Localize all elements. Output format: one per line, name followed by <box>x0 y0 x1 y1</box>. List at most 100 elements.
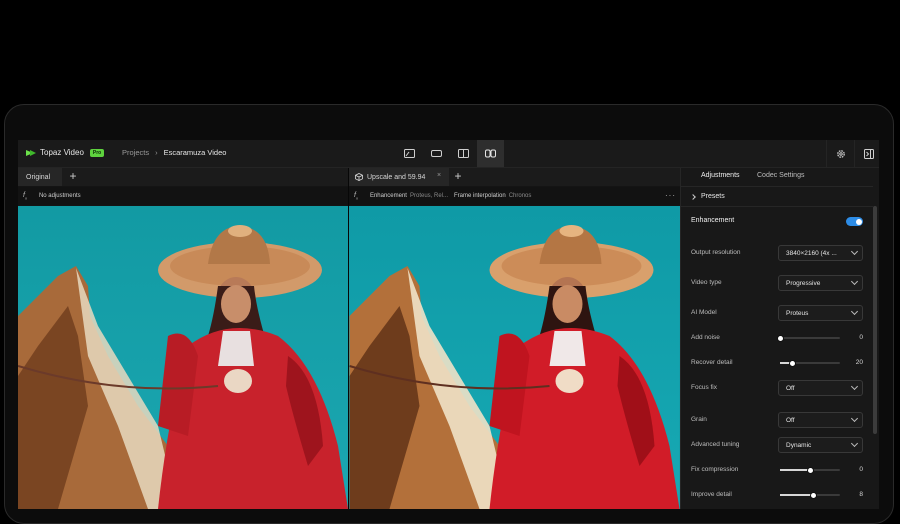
fx-icon: fx <box>23 191 27 201</box>
tab-original-label: Original <box>26 173 51 181</box>
left-info-bar: fx No adjustments <box>18 187 348 205</box>
panel-scrollbar[interactable] <box>873 206 877 434</box>
presets-divider <box>681 206 873 207</box>
slider-knob[interactable] <box>777 334 784 342</box>
view-mode-group <box>396 140 504 167</box>
breadcrumb-projects[interactable]: Projects <box>122 148 149 157</box>
single-view-icon <box>404 149 415 158</box>
adjustment-slider[interactable] <box>780 359 840 367</box>
slider-value: 8 <box>859 491 863 498</box>
adjustment-select[interactable]: Dynamic <box>778 437 863 453</box>
view-fit-button[interactable] <box>423 140 450 167</box>
select-value: Off <box>786 385 795 392</box>
app-window: Topaz Video Pro Projects › Escaramuza Vi… <box>18 140 879 509</box>
chevron-down-icon <box>850 307 859 316</box>
breadcrumb-current: Escaramuza Video <box>163 148 227 157</box>
info-fi-label: Frame interpolation <box>454 193 506 199</box>
panel-tabs: Adjustments Codec Settings <box>681 168 879 186</box>
adjustment-label: Output resolution <box>691 249 741 256</box>
adjustment-row: Grain Off <box>691 412 863 428</box>
adjustment-label: Fix compression <box>691 466 739 473</box>
breadcrumb: Projects › Escaramuza Video <box>122 148 226 157</box>
adjustment-select[interactable]: Proteus <box>778 305 863 321</box>
view-single-button[interactable] <box>396 140 423 167</box>
preview-video-frame[interactable] <box>349 206 680 509</box>
left-info-text: No adjustments <box>38 193 81 199</box>
adjustment-select[interactable]: Off <box>778 380 863 396</box>
app-name: Topaz Video <box>40 148 84 157</box>
tab-original[interactable]: Original <box>18 168 62 186</box>
info-enhancement-value: Proteus, Rel... <box>409 193 448 199</box>
adjustment-label: Recover detail <box>691 359 733 366</box>
adjustment-row: Output resolution 3840×2160 (4x ... <box>691 245 863 261</box>
close-tab-button[interactable]: × <box>437 172 441 179</box>
adjustment-label: AI Model <box>691 309 717 316</box>
fx-icon-right: fx <box>354 191 358 201</box>
adjustment-select[interactable]: Off <box>778 412 863 428</box>
panel-tabs-divider <box>681 186 873 187</box>
adjustment-label: Focus fix <box>691 384 718 391</box>
adjustment-row: Focus fix Off <box>691 380 863 396</box>
original-video-frame[interactable] <box>18 206 348 509</box>
slider-value: 0 <box>859 466 863 473</box>
select-value: Proteus <box>786 310 809 317</box>
adjustments-panel: Adjustments Codec Settings Presets Enhan… <box>680 168 879 509</box>
chevron-right-icon <box>690 193 696 200</box>
top-right-tools <box>826 140 879 167</box>
presets-label: Presets <box>701 193 725 200</box>
adjustment-slider[interactable] <box>777 334 840 342</box>
select-value: Dynamic <box>786 442 812 449</box>
view-split-button[interactable] <box>450 140 477 167</box>
tab-codec-settings[interactable]: Codec Settings <box>757 172 804 179</box>
adjustment-select[interactable]: 3840×2160 (4x ... <box>778 245 863 261</box>
adjustment-select[interactable]: Progressive <box>778 275 863 291</box>
left-pane-tabs: Original + <box>18 168 348 186</box>
slider-knob[interactable] <box>807 466 814 474</box>
adjustment-slider[interactable] <box>780 491 840 499</box>
adjustment-row: Recover detail 20 <box>691 355 863 371</box>
adjustment-row: Add noise 0 <box>691 330 863 346</box>
toggle-panel-button[interactable] <box>854 140 879 167</box>
adjustment-label: Add noise <box>691 334 720 341</box>
slider-knob[interactable] <box>810 491 817 499</box>
tab-upscale[interactable]: Upscale and 59.94 × <box>349 168 449 186</box>
adjustment-row: AI Model Proteus <box>691 305 863 321</box>
adjustment-row: Fix compression 0 <box>691 462 863 478</box>
pro-badge: Pro <box>89 148 105 157</box>
view-side-by-side-button[interactable] <box>477 140 504 167</box>
select-value: 3840×2160 (4x ... <box>786 250 837 257</box>
info-enhancement-label: Enhancement <box>369 193 407 199</box>
top-bar: Topaz Video Pro Projects › Escaramuza Vi… <box>18 140 879 168</box>
enhancement-toggle[interactable] <box>846 217 863 226</box>
chevron-down-icon <box>850 247 859 256</box>
info-fi-value: Chronos <box>508 193 532 199</box>
chevron-down-icon <box>850 382 859 391</box>
slider-fill <box>780 469 810 471</box>
add-tab-button-left[interactable]: + <box>66 170 80 184</box>
adjustment-label: Grain <box>691 416 707 423</box>
adjustment-label: Advanced tuning <box>691 441 740 448</box>
chevron-down-icon <box>850 277 859 286</box>
adjustment-slider[interactable] <box>780 466 840 474</box>
adjustment-label: Improve detail <box>691 491 732 498</box>
panel-toggle-icon <box>863 148 874 159</box>
slider-knob[interactable] <box>789 359 796 367</box>
presets-toggle[interactable]: Presets <box>690 193 725 200</box>
adjustment-row: Advanced tuning Dynamic <box>691 437 863 453</box>
add-tab-button-right[interactable]: + <box>451 170 465 184</box>
fit-view-icon <box>431 150 442 157</box>
breadcrumb-separator: › <box>155 148 158 157</box>
tab-adjustments[interactable]: Adjustments <box>701 172 740 179</box>
split-view-icon <box>458 149 469 158</box>
adjustment-row: Improve detail 8 <box>691 487 863 503</box>
enhancement-label: Enhancement <box>691 217 735 224</box>
app-logo: Topaz Video Pro <box>26 148 105 157</box>
slider-value: 20 <box>855 359 863 366</box>
adjustment-label: Video type <box>691 279 722 286</box>
more-options-button[interactable]: ··· <box>665 191 676 200</box>
chevron-down-icon <box>850 414 859 423</box>
select-value: Off <box>786 417 795 424</box>
slider-fill <box>780 494 813 496</box>
gear-icon <box>836 149 845 158</box>
settings-button[interactable] <box>826 140 854 167</box>
